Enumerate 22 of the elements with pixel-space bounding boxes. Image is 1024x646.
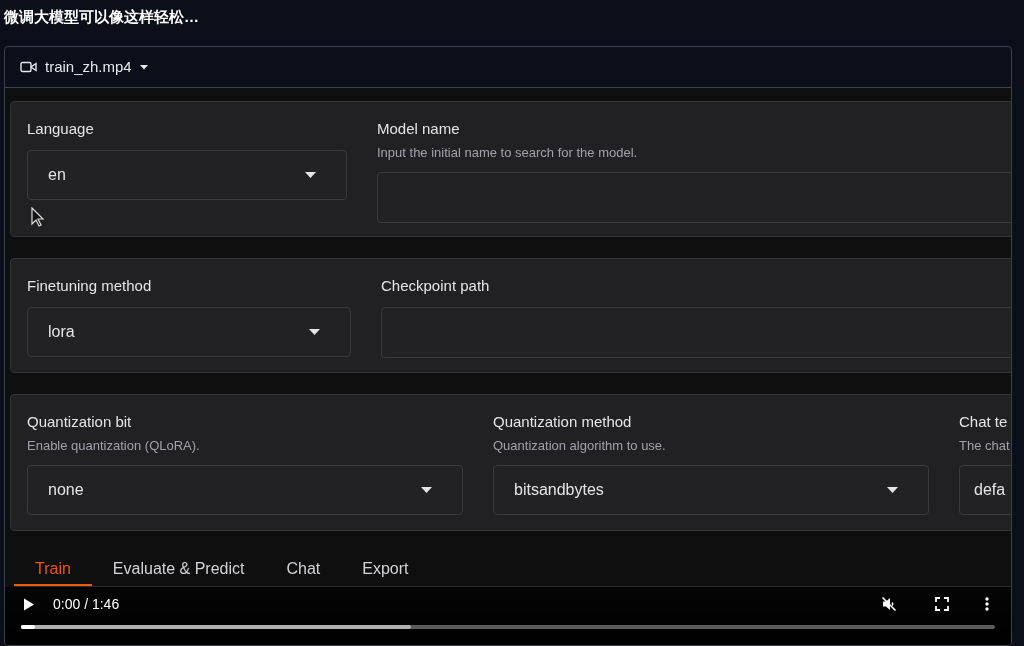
file-selector[interactable]: train_zh.mp4 <box>20 55 148 79</box>
field-label: Quantization method <box>493 412 633 432</box>
time-display: 0:00 / 1:46 <box>53 594 120 614</box>
field-info: Enable quantization (QLoRA). <box>27 437 201 455</box>
field-info: The chat <box>959 437 1011 455</box>
dropdown[interactable]: none <box>27 465 463 515</box>
page-title: 微调大模型可以像这样轻松… <box>3 7 200 27</box>
tab[interactable]: Evaluate & Predict <box>91 554 266 586</box>
dropdown[interactable]: bitsandbytes <box>493 465 929 515</box>
dropdown[interactable]: en <box>27 150 347 200</box>
dropdown[interactable]: lora <box>27 307 351 357</box>
field-info: Quantization algorithm to use. <box>493 437 667 455</box>
dropdown[interactable]: defa <box>959 465 1011 515</box>
tab[interactable]: Export <box>341 554 430 586</box>
field-label: Checkpoint path <box>381 276 491 296</box>
field-label: Model name <box>377 119 461 139</box>
field-label: Language <box>27 119 95 139</box>
field-label: Chat te <box>959 412 1009 432</box>
field-info: Input the initial name to search for the model. <box>377 144 639 162</box>
field-label: Finetuning method <box>27 276 153 296</box>
field-label: Quantization bit <box>27 412 133 432</box>
tab[interactable]: Chat <box>265 554 342 586</box>
